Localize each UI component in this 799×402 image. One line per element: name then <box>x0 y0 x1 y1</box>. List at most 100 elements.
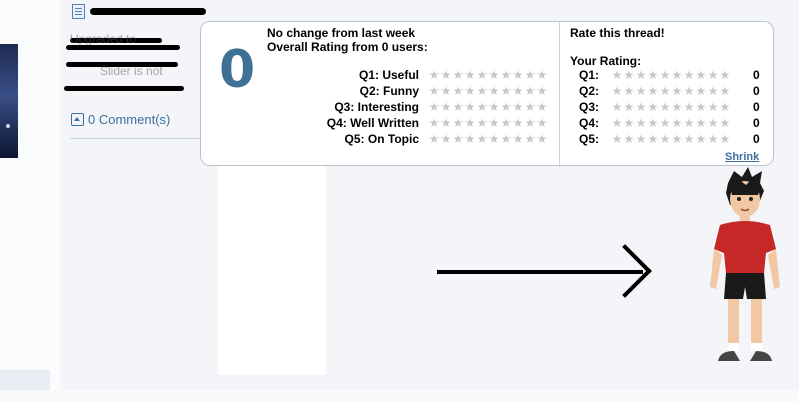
star-icon: ★ <box>464 68 476 82</box>
star-icon[interactable]: ★ <box>707 85 719 97</box>
overall-stars-q1: ★ ★ ★ ★ ★ ★ ★ ★ ★ ★ <box>428 69 548 81</box>
content-column <box>218 160 326 375</box>
star-icon[interactable]: ★ <box>659 101 671 113</box>
your-rating-label-q2: Q2: <box>579 84 600 98</box>
star-icon[interactable]: ★ <box>683 69 695 81</box>
star-icon[interactable]: ★ <box>635 101 647 113</box>
avatar-figure <box>710 167 780 361</box>
star-icon: ★ <box>500 116 512 130</box>
star-icon[interactable]: ★ <box>695 117 707 129</box>
star-icon[interactable]: ★ <box>647 85 659 97</box>
star-icon: ★ <box>536 132 548 146</box>
your-rating-label-q1: Q1: <box>579 68 600 82</box>
star-icon[interactable]: ★ <box>683 85 695 97</box>
divider <box>70 138 200 139</box>
star-icon[interactable]: ★ <box>623 117 635 129</box>
star-icon[interactable]: ★ <box>683 101 695 113</box>
star-icon[interactable]: ★ <box>611 101 623 113</box>
star-icon[interactable]: ★ <box>635 117 647 129</box>
thumbnail-image[interactable] <box>0 44 18 158</box>
star-icon[interactable]: ★ <box>707 101 719 113</box>
rate-stars-q2[interactable]: ★ ★ ★ ★ ★ ★ ★ ★ ★ ★ <box>611 85 731 97</box>
star-icon: ★ <box>536 100 548 114</box>
star-icon[interactable]: ★ <box>707 117 719 129</box>
star-icon[interactable]: ★ <box>671 69 683 81</box>
your-rating-value-q4: 0 <box>753 116 760 130</box>
rate-stars-q1[interactable]: ★ ★ ★ ★ ★ ★ ★ ★ ★ ★ <box>611 69 731 81</box>
star-icon: ★ <box>500 100 512 114</box>
star-icon: ★ <box>488 84 500 98</box>
rate-stars-q3[interactable]: ★ ★ ★ ★ ★ ★ ★ ★ ★ ★ <box>611 101 731 113</box>
comments-link[interactable]: 0 Comment(s) <box>71 112 170 127</box>
star-icon[interactable]: ★ <box>683 133 695 145</box>
star-icon[interactable]: ★ <box>659 69 671 81</box>
star-icon[interactable]: ★ <box>647 101 659 113</box>
star-icon: ★ <box>476 132 488 146</box>
star-icon[interactable]: ★ <box>623 133 635 145</box>
star-icon[interactable]: ★ <box>611 133 623 145</box>
star-icon[interactable]: ★ <box>611 69 623 81</box>
star-icon[interactable]: ★ <box>707 133 719 145</box>
overall-score: 0 <box>219 40 256 100</box>
left-footer-strip <box>0 370 50 390</box>
star-icon: ★ <box>524 84 536 98</box>
expand-comments-icon <box>71 113 84 126</box>
star-icon[interactable]: ★ <box>695 133 707 145</box>
star-icon: ★ <box>476 100 488 114</box>
question-label-q4: Q4: Well Written <box>326 116 419 130</box>
star-icon[interactable]: ★ <box>659 117 671 129</box>
star-icon[interactable]: ★ <box>719 117 731 129</box>
star-icon[interactable]: ★ <box>695 101 707 113</box>
star-icon[interactable]: ★ <box>671 133 683 145</box>
star-icon: ★ <box>440 68 452 82</box>
question-label-q1: Q1: Useful <box>358 68 419 82</box>
star-icon: ★ <box>488 116 500 130</box>
star-icon: ★ <box>440 100 452 114</box>
star-icon[interactable]: ★ <box>647 133 659 145</box>
star-icon[interactable]: ★ <box>671 101 683 113</box>
rate-stars-q5[interactable]: ★ ★ ★ ★ ★ ★ ★ ★ ★ ★ <box>611 133 731 145</box>
star-icon[interactable]: ★ <box>719 101 731 113</box>
star-icon: ★ <box>440 132 452 146</box>
star-icon[interactable]: ★ <box>707 69 719 81</box>
question-label-q3: Q3: Interesting <box>334 100 419 114</box>
your-rating-value-q3: 0 <box>753 100 760 114</box>
star-icon[interactable]: ★ <box>671 85 683 97</box>
star-icon[interactable]: ★ <box>623 101 635 113</box>
rate-stars-q4[interactable]: ★ ★ ★ ★ ★ ★ ★ ★ ★ ★ <box>611 117 731 129</box>
star-icon[interactable]: ★ <box>695 69 707 81</box>
star-icon[interactable]: ★ <box>635 69 647 81</box>
star-icon[interactable]: ★ <box>623 85 635 97</box>
comments-link-label: 0 Comment(s) <box>88 112 171 127</box>
star-icon[interactable]: ★ <box>623 69 635 81</box>
star-icon[interactable]: ★ <box>683 117 695 129</box>
star-icon[interactable]: ★ <box>671 117 683 129</box>
star-icon[interactable]: ★ <box>719 85 731 97</box>
star-icon[interactable]: ★ <box>611 117 623 129</box>
star-icon[interactable]: ★ <box>647 117 659 129</box>
your-rating-label-q5: Q5: <box>579 132 600 146</box>
star-icon[interactable]: ★ <box>695 85 707 97</box>
star-icon: ★ <box>452 68 464 82</box>
star-icon[interactable]: ★ <box>719 69 731 81</box>
star-icon: ★ <box>536 116 548 130</box>
star-icon: ★ <box>440 116 452 130</box>
star-icon: ★ <box>476 116 488 130</box>
star-icon[interactable]: ★ <box>635 133 647 145</box>
star-icon: ★ <box>464 100 476 114</box>
star-icon[interactable]: ★ <box>647 69 659 81</box>
star-icon[interactable]: ★ <box>719 133 731 145</box>
star-icon[interactable]: ★ <box>635 85 647 97</box>
star-icon: ★ <box>500 132 512 146</box>
star-icon: ★ <box>428 84 440 98</box>
document-icon <box>72 4 85 19</box>
star-icon[interactable]: ★ <box>659 133 671 145</box>
question-label-q2: Q2: Funny <box>359 84 419 98</box>
redacted-title-scribble <box>90 8 206 15</box>
star-icon[interactable]: ★ <box>659 85 671 97</box>
star-icon: ★ <box>428 132 440 146</box>
shrink-link[interactable]: Shrink <box>725 151 759 163</box>
star-icon: ★ <box>512 116 524 130</box>
star-icon[interactable]: ★ <box>611 85 623 97</box>
star-icon: ★ <box>512 100 524 114</box>
